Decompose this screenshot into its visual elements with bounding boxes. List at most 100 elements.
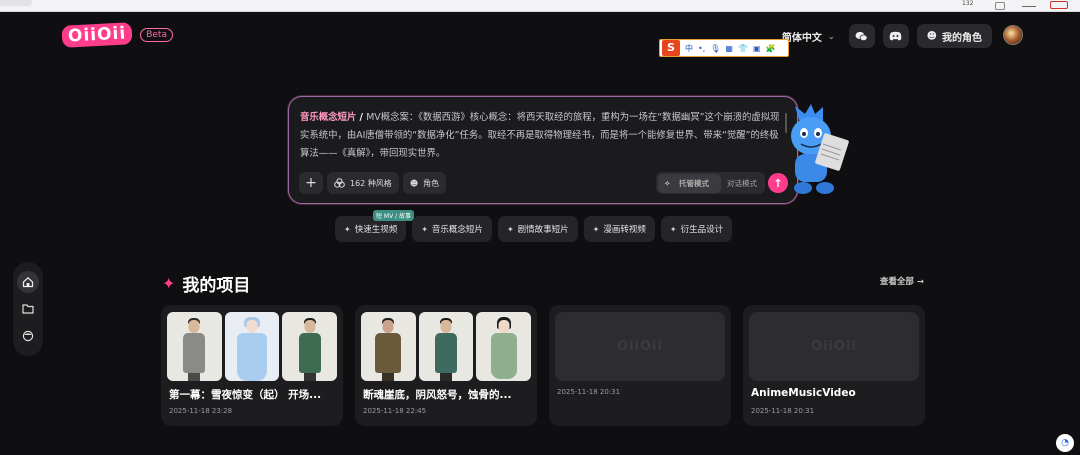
folder-icon — [22, 304, 34, 315]
mode-auto-option[interactable]: ✧ 托管模式 — [658, 173, 721, 193]
chevron-down-icon: ⌄ — [827, 31, 835, 41]
composer-toolbar: + 162 种风格 ☻ 角色 — [299, 172, 447, 194]
project-name: 断魂崖底，阴风怒号，蚀骨的... — [363, 389, 512, 401]
ime-mode-label: 中 — [685, 43, 693, 53]
project-card[interactable]: OiiOii AnimeMusicVideo 2025-11-18 20:31 — [743, 305, 925, 426]
discord-button[interactable] — [882, 24, 909, 48]
project-date: 2025-11-18 20:31 — [751, 407, 815, 415]
plus-icon: + — [305, 175, 317, 191]
sparkle-icon: ✦ — [421, 224, 428, 234]
mode-toggle: ✧ 托管模式 对话模式 — [656, 172, 765, 194]
discord-icon — [889, 31, 902, 41]
sidebar-item-characters[interactable] — [17, 325, 39, 347]
help-button[interactable]: ◔ — [1056, 434, 1074, 452]
character-thumbnail — [361, 312, 416, 381]
chip-music-concept[interactable]: ✦ 音乐概念短片 — [412, 216, 492, 242]
project-grid: 第一幕：雪夜惊变（起） 开场... 2025-11-18 23:28 断魂崖底，… — [161, 305, 925, 426]
character-thumbnail — [282, 312, 338, 381]
wechat-button[interactable] — [848, 24, 875, 48]
character-thumbnail — [418, 312, 474, 381]
placeholder-logo: OiiOii — [811, 339, 857, 354]
chip-badge: 短 MV / 故事 — [373, 210, 415, 221]
my-role-button[interactable]: ☻ 我的角色 — [916, 24, 992, 48]
view-all-link[interactable]: 查看全部 → — [880, 275, 924, 287]
beta-badge: Beta — [140, 28, 173, 42]
language-selector[interactable]: 简体中文 ⌄ — [782, 29, 835, 44]
project-date: 2025-11-18 20:31 — [557, 388, 621, 396]
character-thumbnail — [476, 312, 532, 381]
wechat-icon — [855, 31, 868, 41]
sparkle-icon: ✦ — [592, 224, 600, 234]
prompt-tag-separator: / — [356, 112, 367, 123]
minimize-icon[interactable] — [1022, 6, 1036, 7]
sparkle-icon: ✦ — [162, 274, 176, 293]
prompt-text[interactable]: 音乐概念短片 / MV概念案：《数据西游》核心概念：将西天取经的旅程，重构为一场… — [300, 109, 785, 163]
my-role-label: 我的角色 — [942, 32, 982, 44]
chip-label: 音乐概念短片 — [431, 225, 483, 235]
project-name: 第一幕：雪夜惊变（起） 开场... — [169, 389, 322, 401]
face-icon: ☻ — [926, 30, 937, 42]
prompt-body: MV概念案：《数据西游》核心概念：将西天取经的旅程，重构为一场在“数据幽冥”这个… — [300, 112, 780, 159]
style-picker-button[interactable]: 162 种风格 — [327, 172, 399, 194]
mascot-illustration — [791, 104, 849, 194]
projects-heading: ✦ 我的项目 — [162, 271, 250, 296]
add-attachment-button[interactable]: + — [299, 172, 323, 194]
project-card[interactable]: 第一幕：雪夜惊变（起） 开场... 2025-11-18 23:28 — [161, 305, 343, 426]
mode-auto-label: 托管模式 — [679, 178, 709, 188]
logo-wordmark: OiiOii — [61, 22, 133, 48]
character-thumbnail — [167, 312, 222, 381]
left-sidebar — [13, 262, 43, 356]
skin-icon: 🧩 — [765, 43, 776, 53]
project-name: AnimeMusicVideo — [751, 387, 856, 399]
sidebar-item-projects[interactable] — [17, 298, 39, 320]
role-picker-label: 角色 — [423, 178, 440, 188]
prompt-composer[interactable]: 音乐概念短片 / MV概念案：《数据西游》核心概念：将西天取经的旅程，重构为一场… — [288, 96, 798, 204]
chip-label: 漫画转视频 — [603, 225, 646, 235]
chip-label: 剧情故事短片 — [517, 225, 569, 235]
style-icon — [334, 178, 345, 188]
character-thumbnail — [224, 312, 280, 381]
close-window-icon[interactable] — [1050, 1, 1068, 9]
character-icon — [22, 331, 34, 342]
projects-title: 我的项目 — [182, 276, 251, 296]
mode-chat-option[interactable]: 对话模式 — [721, 174, 763, 193]
sidebar-item-home[interactable] — [17, 270, 39, 293]
browser-top-bar: 132 — [0, 0, 1080, 12]
project-date: 2025-11-18 23:28 — [169, 407, 233, 415]
style-count-label: 162 种风格 — [350, 178, 392, 188]
keyboard-icon: ▦ — [725, 43, 733, 53]
sogou-ime-icon: S — [662, 40, 680, 56]
project-card[interactable]: 断魂崖底，阴风怒号，蚀骨的... 2025-11-18 22:45 — [355, 305, 537, 426]
ime-toolbar[interactable]: S 中 •, 🎙 ▦ 👕 ▣ 🧩 — [659, 39, 789, 57]
sparkle-icon: ✦ — [506, 224, 514, 234]
help-icon: ◔ — [1061, 438, 1069, 448]
card-thumbnails — [167, 312, 338, 381]
prompt-tag: 音乐概念短片 — [300, 112, 357, 123]
send-icon: ↑ — [773, 176, 783, 190]
microphone-icon: 🎙 — [710, 43, 721, 53]
browser-tab-count: 132 — [962, 0, 974, 7]
project-card[interactable]: OiiOii 2025-11-18 20:31 — [549, 305, 731, 426]
home-icon — [22, 276, 34, 287]
apps-icon: ▣ — [752, 43, 761, 53]
chip-merch-design[interactable]: ✦ 衍生品设计 — [660, 216, 733, 242]
placeholder-logo: OiiOii — [617, 339, 663, 354]
character-icon: ☻ — [409, 178, 419, 188]
chip-label: 衍生品设计 — [680, 225, 724, 235]
chip-quick-video[interactable]: 短 MV / 故事 ✦ 快速生视频 — [335, 210, 415, 242]
empty-thumbnail-placeholder: OiiOii — [555, 312, 725, 381]
top-nav: 简体中文 ⌄ ☻ 我的角色 — [782, 24, 1024, 48]
role-picker-button[interactable]: ☻ 角色 — [402, 172, 447, 194]
browser-tab[interactable] — [0, 0, 32, 6]
chip-comic-to-video[interactable]: ✦ 漫画转视频 — [583, 216, 655, 242]
project-date: 2025-11-18 22:45 — [363, 407, 427, 415]
browser-extension-icon[interactable] — [995, 2, 1005, 10]
chip-story-short[interactable]: ✦ 剧情故事短片 — [497, 216, 578, 242]
card-thumbnails — [361, 312, 532, 381]
site-logo[interactable]: OiiOii Beta — [61, 22, 173, 48]
punctuation-icon: •, — [698, 43, 706, 53]
sparkle-icon: ✦ — [669, 224, 677, 234]
user-avatar[interactable] — [1003, 25, 1023, 45]
quick-start-chips: 短 MV / 故事 ✦ 快速生视频 ✦ 音乐概念短片 ✦ 剧情故事短片 ✦ 漫画… — [335, 210, 733, 242]
clothes-icon: 👕 — [737, 43, 748, 53]
